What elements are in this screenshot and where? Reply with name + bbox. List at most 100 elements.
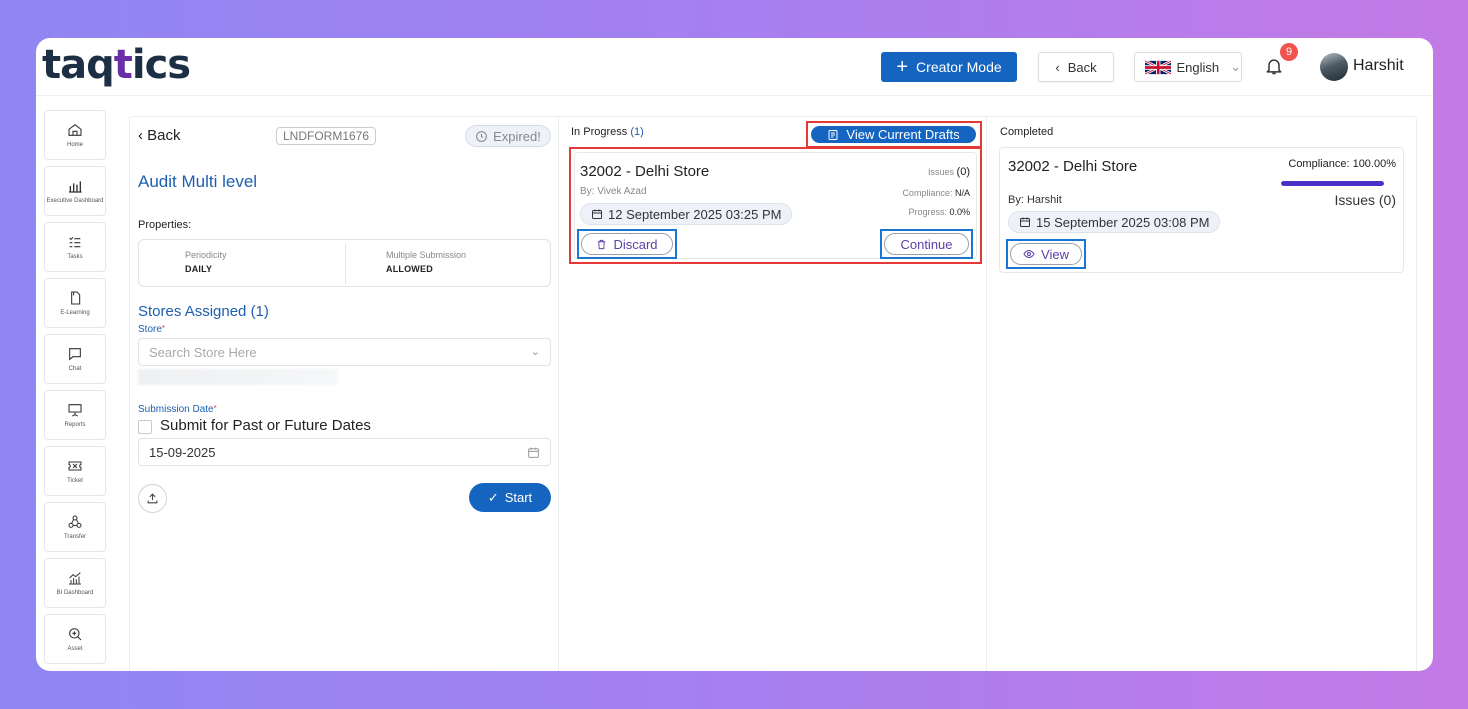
submission-date-value: 15-09-2025 <box>149 444 216 460</box>
bell-icon[interactable] <box>1264 56 1284 76</box>
date-chip: 15 September 2025 03:08 PM <box>1008 211 1221 233</box>
calendar-icon <box>592 209 602 219</box>
submitted-by: By: Harshit <box>1008 194 1062 206</box>
completed-column: Completed 32002 - Delhi Store Compliance… <box>987 117 1418 671</box>
ticket-icon <box>68 461 82 470</box>
upload-button[interactable] <box>138 484 167 513</box>
store-field-label: Store* <box>138 324 166 335</box>
continue-highlight: Continue <box>880 229 973 259</box>
chevron-down-icon: ⌄ <box>530 346 540 358</box>
creator-mode-label: Creator Mode <box>916 59 1002 75</box>
submission-date-label: Submission Date* <box>138 404 217 415</box>
view-current-drafts-button[interactable]: View Current Drafts <box>811 126 976 143</box>
asset-icon <box>69 627 82 640</box>
creator-mode-button[interactable]: + Creator Mode <box>881 52 1017 82</box>
app-window: taqtics + Creator Mode ‹ Back English ⌄ … <box>36 38 1433 671</box>
progress-value: Progress: 0.0% <box>908 207 970 217</box>
avatar[interactable] <box>1320 53 1348 81</box>
periodicity-property: Periodicity DAILY <box>185 250 227 274</box>
language-label: English <box>1176 59 1220 75</box>
view-current-drafts-label: View Current Drafts <box>846 127 960 142</box>
user-name[interactable]: Harshit <box>1353 57 1404 75</box>
discard-highlight: Discard <box>577 229 677 259</box>
in-progress-card: 32002 - Delhi Store By: Vivek Azad 12 Se… <box>574 152 977 259</box>
sidebar-item-label: Asset <box>67 645 83 652</box>
clock-icon <box>476 130 488 142</box>
sidebar-item-label: Transfer <box>63 533 87 540</box>
view-highlight: View <box>1006 239 1086 269</box>
store-search-input[interactable]: Search Store Here ⌄ <box>138 338 551 366</box>
sidebar-item-ticket[interactable]: Ticket <box>44 446 106 496</box>
continue-label: Continue <box>900 236 953 252</box>
in-progress-column: In Progress (1) View Current Drafts 3200… <box>559 117 987 671</box>
past-future-checkbox[interactable] <box>138 420 152 434</box>
sidebar-item-tasks[interactable]: Tasks <box>44 222 106 272</box>
sidebar-item-home[interactable]: Home <box>44 110 106 160</box>
stores-assigned-title: Stores Assigned (1) <box>138 303 269 320</box>
eye-icon <box>1023 249 1035 259</box>
notification-badge: 9 <box>1280 43 1298 61</box>
drafts-highlight: View Current Drafts <box>806 121 982 148</box>
sidebar: Home Executive Dashboard Tasks E-Learnin… <box>44 110 108 670</box>
compliance-progress-bar <box>1281 181 1384 186</box>
sidebar-item-executive-dashboard[interactable]: Executive Dashboard <box>44 166 106 216</box>
discard-button[interactable]: Discard <box>581 233 673 255</box>
store-name: 32002 - Delhi Store <box>1008 158 1138 175</box>
sidebar-item-transfer[interactable]: Transfer <box>44 502 106 552</box>
issues-count: Issues (0) <box>1334 192 1396 208</box>
form-title: Audit Multi level <box>138 172 258 191</box>
chevron-left-icon: ‹ <box>1055 59 1060 75</box>
upload-icon <box>147 493 158 504</box>
bar-chart-icon <box>69 180 82 193</box>
sidebar-item-label: Reports <box>64 421 86 428</box>
checklist-icon <box>69 236 81 247</box>
sidebar-item-label: E-Learning <box>60 309 90 316</box>
analytics-icon <box>69 571 81 584</box>
start-button[interactable]: ✓ Start <box>469 483 551 512</box>
transfer-icon <box>68 515 82 528</box>
form-code-badge: LNDFORM1676 <box>276 127 376 145</box>
date-chip: 12 September 2025 03:25 PM <box>580 203 793 225</box>
periodicity-label: Periodicity <box>185 250 227 260</box>
form-details-column: ‹ Back LNDFORM1676 Expired! Audit Multi … <box>130 117 559 671</box>
status-badge: Expired! <box>465 125 551 147</box>
header-back-button[interactable]: ‹ Back <box>1038 52 1114 82</box>
main-panel: ‹ Back LNDFORM1676 Expired! Audit Multi … <box>129 116 1417 671</box>
sidebar-item-label: Chat <box>68 365 82 372</box>
language-select[interactable]: English ⌄ <box>1134 52 1242 82</box>
view-label: View <box>1041 246 1069 262</box>
back-link[interactable]: ‹ Back <box>138 127 181 144</box>
presentation-icon <box>68 403 82 416</box>
sidebar-item-chat[interactable]: Chat <box>44 334 106 384</box>
calendar-icon <box>1020 217 1030 227</box>
sidebar-item-label: Home <box>66 141 83 148</box>
properties-box: Periodicity DAILY Multiple Submission AL… <box>138 239 551 287</box>
sidebar-item-label: Executive Dashboard <box>46 197 104 204</box>
sidebar-item-reports[interactable]: Reports <box>44 390 106 440</box>
sidebar-item-e-learning[interactable]: E-Learning <box>44 278 106 328</box>
multiple-submission-value: ALLOWED <box>386 264 433 274</box>
plus-icon: + <box>896 56 909 78</box>
chevron-down-icon: ⌄ <box>1230 59 1241 74</box>
multiple-submission-property: Multiple Submission ALLOWED <box>386 250 466 274</box>
completed-label: Completed <box>1000 126 1054 138</box>
periodicity-value: DAILY <box>185 264 213 274</box>
sidebar-item-bi-dashboard[interactable]: BI Dashboard <box>44 558 106 608</box>
continue-button[interactable]: Continue <box>884 233 969 255</box>
document-icon <box>71 290 81 305</box>
calendar-icon[interactable] <box>527 446 540 459</box>
divider <box>345 244 346 284</box>
app-logo[interactable]: taqtics <box>42 42 191 88</box>
status-text: Expired! <box>493 128 541 144</box>
store-search-placeholder: Search Store Here <box>149 344 257 360</box>
trash-icon <box>598 239 606 249</box>
view-button[interactable]: View <box>1010 243 1082 265</box>
date-chip-text: 12 September 2025 03:25 PM <box>608 206 782 222</box>
sidebar-item-asset[interactable]: Asset <box>44 614 106 664</box>
submission-date-input[interactable]: 15-09-2025 <box>138 438 551 466</box>
compliance-text: Compliance: 100.00% <box>1288 158 1396 170</box>
check-icon: ✓ <box>487 489 499 505</box>
discard-label: Discard <box>613 236 658 252</box>
past-future-label[interactable]: Submit for Past or Future Dates <box>160 417 371 434</box>
home-icon <box>68 123 82 136</box>
